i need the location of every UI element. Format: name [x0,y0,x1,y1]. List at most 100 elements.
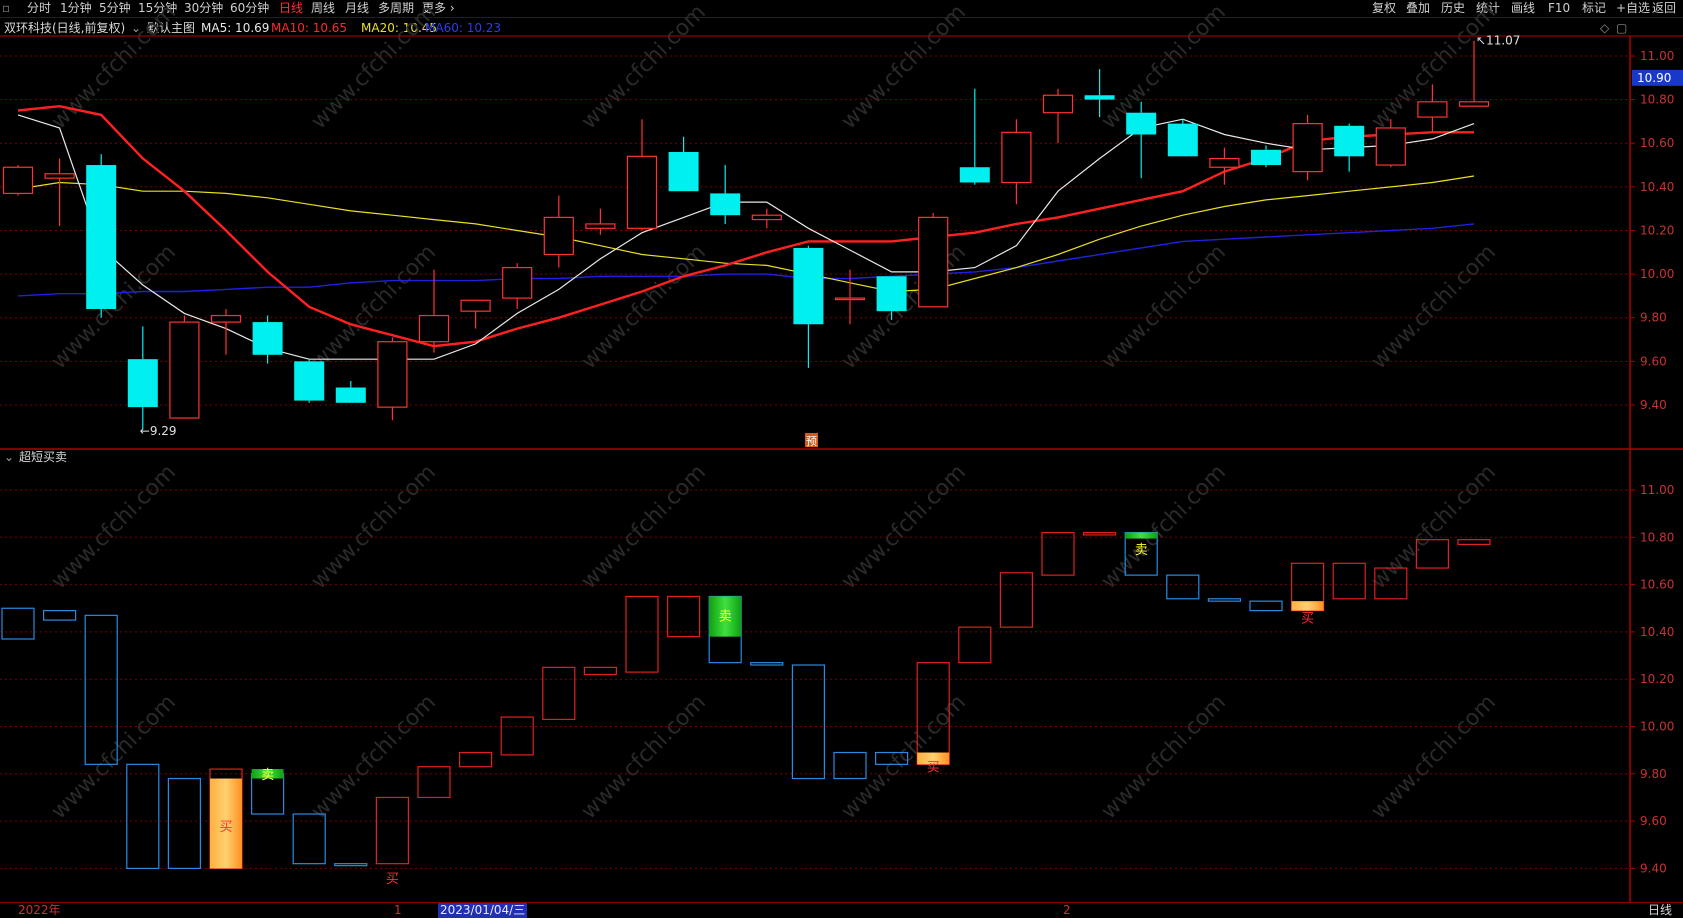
signal-bar [1249,600,1283,612]
period-toolbar: ▫ 分时 1分钟 5分钟 15分钟 30分钟 60分钟 日线 周线 月线 多周期… [0,0,1683,18]
watermark-text: www.cfchi.com [577,690,711,824]
candle-body-down [710,193,741,216]
candle-body-up [1458,101,1490,107]
candle-body-down [1084,95,1115,100]
candle-body-up [1209,157,1240,168]
indicator-name[interactable]: 超短买卖 [19,450,67,464]
signal-bar [251,773,285,815]
candle-body-up [1417,101,1448,118]
ma10-value: MA10: 10.65 [271,21,348,35]
window-restore-icon[interactable]: ▢ [1616,20,1627,36]
candle-body-down [668,151,699,192]
signal-bar [459,751,493,768]
sub-tick-label: 11.00 [1640,483,1674,497]
watermark-text: www.cfchi.com [837,460,971,594]
tab-30min[interactable]: 30分钟 [184,1,223,16]
ma5-value: MA5: 10.69 [201,21,270,35]
watermark-text: www.cfchi.com [577,460,711,594]
month-2-label: 2 [1063,903,1071,917]
candle-body-up [543,216,574,256]
history-button[interactable]: 历史 [1441,1,1465,16]
sell-label: 卖 [719,609,732,624]
adjust-button[interactable]: 复权 [1372,1,1396,16]
watermark-text: www.cfchi.com [577,240,711,374]
f10-button[interactable]: F10 [1548,1,1570,16]
draw-button[interactable]: 画线 [1511,1,1535,16]
signal-bar [1124,531,1158,576]
price-tick-label: 10.40 [1640,180,1674,194]
signal-bar [1457,539,1491,545]
grid-lines [0,55,1630,869]
signal-bar [958,626,992,664]
sub-tick-label: 10.60 [1640,578,1674,592]
tab-60min[interactable]: 60分钟 [230,1,269,16]
candle-body-up [502,266,533,299]
candle-body-down [1126,112,1157,135]
sub-tick-label: 9.60 [1640,814,1667,828]
signal-bar [1332,562,1366,600]
signal-bar [292,813,326,865]
signal-bar [874,751,909,765]
candle-body-down [252,322,283,355]
tab-multi-period[interactable]: 多周期 [378,1,414,16]
buy-label: 买 [1301,612,1314,627]
watermark-text: www.cfchi.com [47,690,181,824]
tab-weekly[interactable]: 周线 [311,1,335,16]
signal-bar [1415,539,1450,569]
buy-label: 买 [386,872,399,887]
indicator-dropdown-icon[interactable]: ⌄ [4,450,14,464]
template-selector[interactable]: 默认主图 [147,20,195,36]
watermark-text: www.cfchi.com [837,690,971,824]
sub-tick-label: 9.80 [1640,767,1667,781]
stats-button[interactable]: 统计 [1476,1,1500,16]
signal-bar [791,664,826,780]
sub-tick-label: 9.40 [1640,861,1667,875]
candle-body-up [918,216,949,308]
candle-body-up [418,314,450,343]
back-button[interactable]: 返回 [1652,1,1676,16]
mark-button[interactable]: 标记 [1582,1,1606,16]
add-watchlist-button[interactable]: +自选 [1616,1,1650,16]
ma5-line [17,114,1475,360]
chart-labels: ↖11.07←9.29预 [140,34,1521,448]
signal-bar [583,666,618,676]
diamond-icon[interactable]: ◇ [1600,20,1609,36]
signal-bar [417,766,451,799]
watermark-text: www.cfchi.com [1097,240,1231,374]
signal-bar [84,614,118,765]
candle-body-down [1334,125,1365,157]
tab-monthly[interactable]: 月线 [345,1,369,16]
signal-bar [1,607,35,640]
candlesticks [2,40,1490,429]
candle-body-down [793,247,824,325]
price-tick-label: 9.40 [1640,398,1667,412]
signal-bar [708,595,742,664]
candle-body-down [959,167,990,183]
ma60-line [17,223,1475,297]
candle-body-up [2,166,34,195]
window-menu-icon[interactable]: ▫ [2,1,10,16]
kline-chart[interactable]: www.cfchi.com www.cfchi.com www.cfchi.com w… [0,0,1683,917]
sub-tick-label: 10.80 [1640,530,1674,544]
watermark-layer: www.cfchi.com www.cfchi.com www.cfchi.com w… [47,0,1501,824]
candle-body-down [876,276,907,312]
sub-tick-label: 10.40 [1640,625,1674,639]
tab-5min[interactable]: 5分钟 [99,1,131,16]
sell-signal-bar [1125,532,1158,539]
tab-daily[interactable]: 日线 [279,1,303,16]
candle-body-up [1375,127,1406,166]
template-dropdown-icon[interactable]: ⌄ [131,20,141,36]
ma20-line [17,175,1475,293]
tab-1min[interactable]: 1分钟 [60,1,92,16]
sub-tick-label: 10.20 [1640,672,1674,686]
buy-label: 买 [219,820,232,835]
signal-bar [833,751,867,780]
tab-more[interactable]: 更多 › [422,1,455,16]
tab-15min[interactable]: 15分钟 [138,1,177,16]
tab-intraday[interactable]: 分时 [27,1,51,16]
candle-body-down [1167,123,1198,157]
buy-signal-bar [1291,601,1324,611]
overlay-button[interactable]: 叠加 [1406,1,1430,16]
candle-body-down [127,359,158,408]
signal-bar [334,863,368,867]
